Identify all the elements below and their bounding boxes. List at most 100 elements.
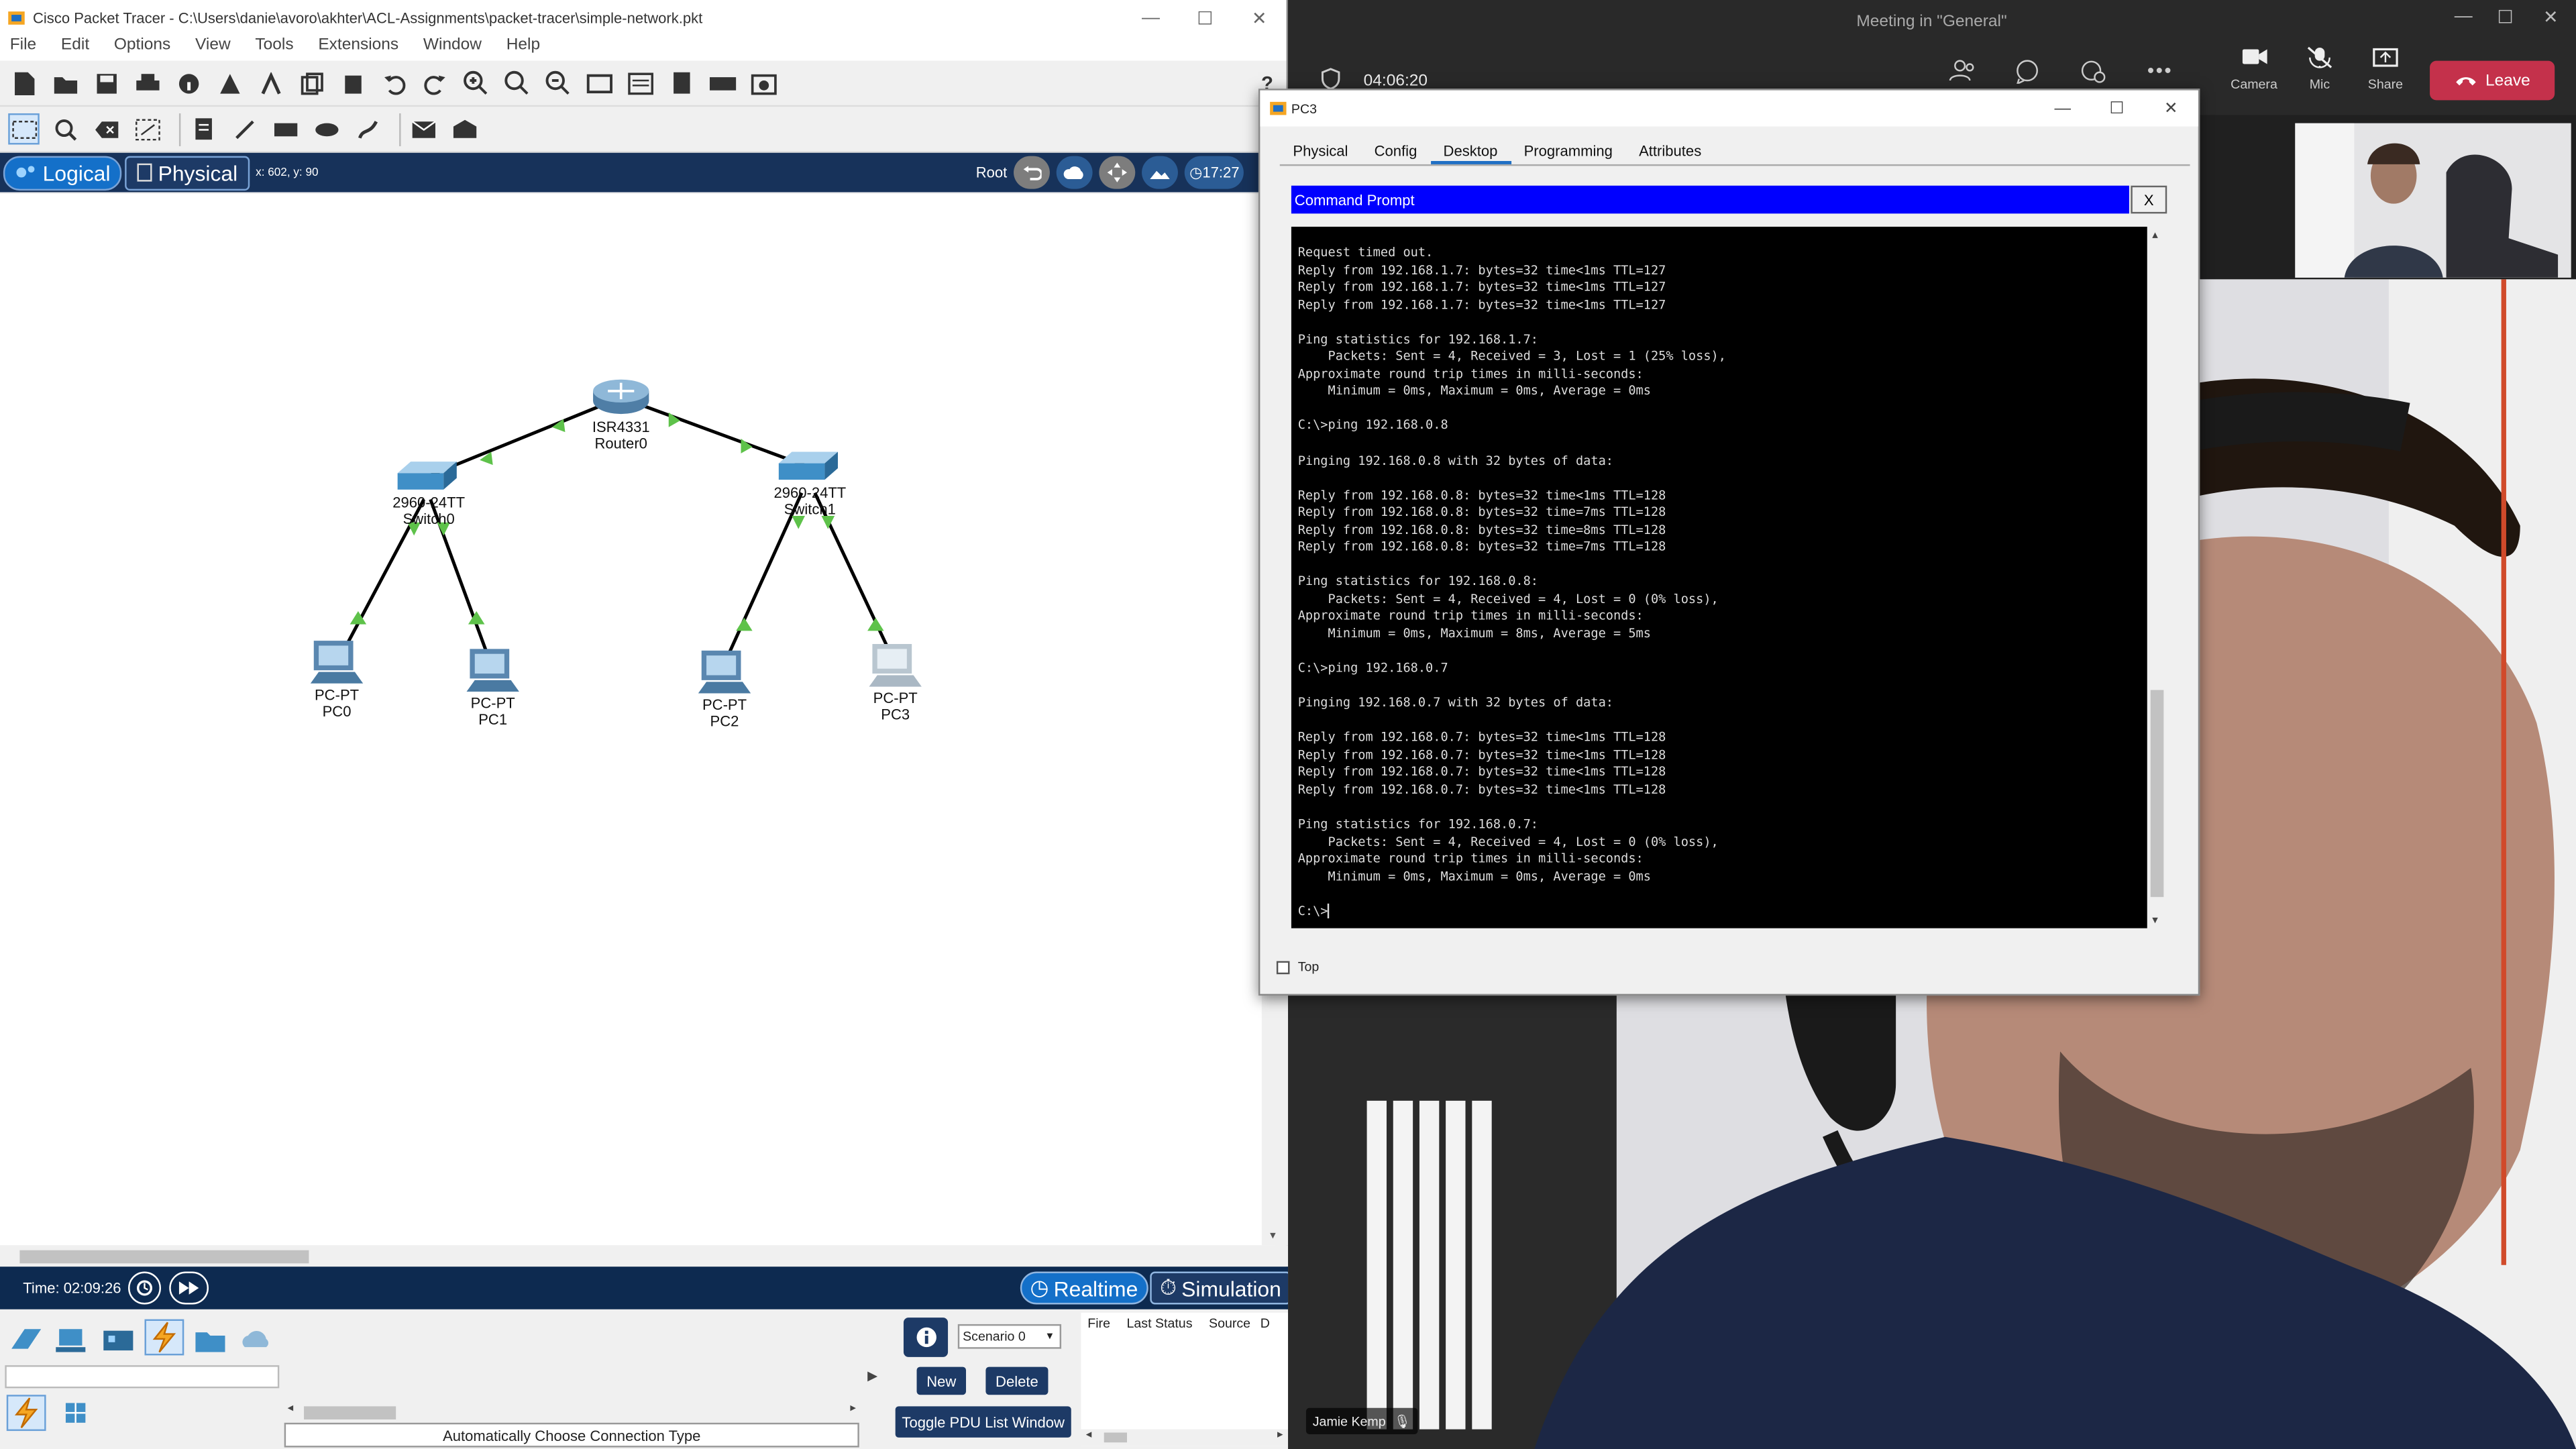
activity-wizard-icon[interactable] <box>255 67 286 99</box>
viewport-clock[interactable]: ◷ 17:27 <box>1184 156 1244 189</box>
tab-config[interactable]: Config <box>1361 140 1430 164</box>
redo-icon[interactable] <box>419 67 450 99</box>
network-wizard-icon[interactable] <box>213 67 245 99</box>
zoom-out-icon[interactable] <box>542 67 574 99</box>
command-prompt-console[interactable]: Request timed out. Reply from 192.168.1.7… <box>1291 226 2147 928</box>
menu-extensions[interactable]: Extensions <box>318 36 398 61</box>
minimize-button[interactable]: — <box>2035 99 2090 117</box>
network-devices-icon[interactable] <box>7 1322 46 1358</box>
connections-subcategory-icon[interactable] <box>6 1395 46 1432</box>
menu-tools[interactable]: Tools <box>255 36 293 61</box>
tab-physical[interactable]: Physical <box>125 155 250 190</box>
tab-desktop[interactable]: Desktop <box>1430 140 1511 164</box>
save-icon[interactable] <box>91 67 122 99</box>
components-icon[interactable] <box>99 1322 138 1358</box>
pdu-list-scrollbar[interactable]: ◂ ▸ <box>1081 1429 1289 1446</box>
background-image-icon[interactable] <box>1142 156 1178 189</box>
simulation-mode-button[interactable]: ⏱ Simulation <box>1150 1271 1291 1305</box>
simple-pdu-icon[interactable] <box>407 113 439 145</box>
leave-button[interactable]: Leave <box>2430 60 2555 101</box>
menu-view[interactable]: View <box>195 36 231 61</box>
close-button[interactable]: ✕ <box>1232 7 1287 28</box>
connections-scrollbar[interactable]: ◂ ▸ <box>284 1403 859 1421</box>
connections-category-icon[interactable] <box>144 1319 184 1356</box>
workspace-horizontal-scrollbar[interactable] <box>0 1245 1289 1267</box>
screenshot-icon[interactable] <box>747 67 779 99</box>
device-filter-box[interactable] <box>5 1365 280 1389</box>
expand-arrow-icon[interactable]: ▶ <box>867 1368 877 1383</box>
fast-forward-icon[interactable] <box>169 1271 209 1305</box>
switch-icon[interactable] <box>394 460 460 493</box>
menu-window[interactable]: Window <box>423 36 482 61</box>
delete-pdu-button[interactable]: Delete <box>985 1366 1049 1395</box>
scroll-up-icon[interactable]: ▴ <box>2152 228 2158 241</box>
grid-view-icon[interactable] <box>56 1395 95 1431</box>
more-options-icon[interactable]: ••• <box>2147 59 2173 82</box>
rectangle-tool-icon[interactable] <box>270 113 301 145</box>
toggle-pdu-list-button[interactable]: Toggle PDU List Window <box>895 1406 1071 1438</box>
back-icon[interactable] <box>1014 156 1050 189</box>
pc-icon[interactable] <box>696 647 752 696</box>
reset-time-icon[interactable] <box>128 1271 162 1305</box>
freeform-tool-icon[interactable] <box>352 113 383 145</box>
device-template-icon[interactable] <box>706 67 738 99</box>
logical-workspace[interactable]: ISR4331 Router0 2960-24TT Switch0 2960-24T… <box>0 193 1275 1246</box>
line-tool-icon[interactable] <box>228 113 260 145</box>
pc-icon[interactable] <box>465 645 521 694</box>
pc-icon[interactable] <box>309 637 364 686</box>
menu-edit[interactable]: Edit <box>61 36 89 61</box>
scroll-thumb[interactable] <box>2150 690 2164 898</box>
copy-icon[interactable] <box>296 67 327 99</box>
tab-logical[interactable]: Logical <box>3 155 122 190</box>
camera-button[interactable]: Camera <box>2226 46 2282 92</box>
link-switch1-pc2[interactable] <box>721 492 804 668</box>
pc-icon[interactable] <box>867 641 923 690</box>
close-icon[interactable]: ✕ <box>2543 7 2559 28</box>
chat-icon[interactable] <box>2014 59 2040 92</box>
checkbox-box[interactable] <box>1276 960 1290 974</box>
inspect-tool-icon[interactable] <box>49 113 80 145</box>
multiuser-icon[interactable] <box>237 1322 276 1358</box>
reactions-icon[interactable] <box>2080 59 2106 92</box>
menu-options[interactable]: Options <box>114 36 170 61</box>
switch-icon[interactable] <box>775 450 841 483</box>
custom-device-icon[interactable] <box>625 67 656 99</box>
mic-button[interactable]: Mic <box>2292 46 2347 92</box>
scroll-down-icon[interactable]: ▾ <box>2152 914 2158 926</box>
complex-pdu-icon[interactable] <box>449 113 480 145</box>
top-checkbox[interactable]: Top <box>1276 959 1319 974</box>
info-icon[interactable] <box>172 67 204 99</box>
tab-attributes[interactable]: Attributes <box>1626 140 1715 164</box>
maximize-icon[interactable]: ☐ <box>2497 7 2513 28</box>
note-tool-icon[interactable] <box>187 113 219 145</box>
pdu-info-icon[interactable] <box>903 1318 949 1357</box>
ellipse-tool-icon[interactable] <box>311 113 342 145</box>
move-icon[interactable] <box>1099 156 1136 189</box>
new-pdu-button[interactable]: New <box>916 1366 967 1395</box>
end-devices-icon[interactable] <box>52 1322 92 1358</box>
undo-icon[interactable] <box>378 67 409 99</box>
print-icon[interactable] <box>131 67 163 99</box>
zoom-in-icon[interactable] <box>460 67 492 99</box>
console-scrollbar[interactable]: ▴ ▾ <box>2147 226 2167 928</box>
maximize-button[interactable]: ☐ <box>1178 7 1232 28</box>
paste-icon[interactable] <box>337 67 368 99</box>
close-button[interactable]: ✕ <box>2144 99 2198 117</box>
resize-tool-icon[interactable] <box>131 113 163 145</box>
cluster-icon[interactable] <box>1056 156 1093 189</box>
report-icon[interactable] <box>665 67 697 99</box>
tab-physical[interactable]: Physical <box>1280 140 1361 164</box>
tab-programming[interactable]: Programming <box>1511 140 1626 164</box>
new-file-icon[interactable] <box>8 67 40 99</box>
share-button[interactable]: Share <box>2357 46 2413 92</box>
menu-file[interactable]: File <box>10 36 36 61</box>
menu-help[interactable]: Help <box>506 36 540 61</box>
command-prompt-close-button[interactable]: X <box>2131 185 2167 214</box>
misc-icon[interactable] <box>191 1322 230 1358</box>
zoom-reset-icon[interactable] <box>501 67 533 99</box>
select-tool-icon[interactable] <box>8 113 40 145</box>
open-folder-icon[interactable] <box>49 67 80 99</box>
router-icon[interactable] <box>590 374 652 417</box>
scenario-select[interactable]: Scenario 0 ▼ <box>957 1324 1062 1349</box>
maximize-button[interactable]: ☐ <box>2090 99 2144 117</box>
